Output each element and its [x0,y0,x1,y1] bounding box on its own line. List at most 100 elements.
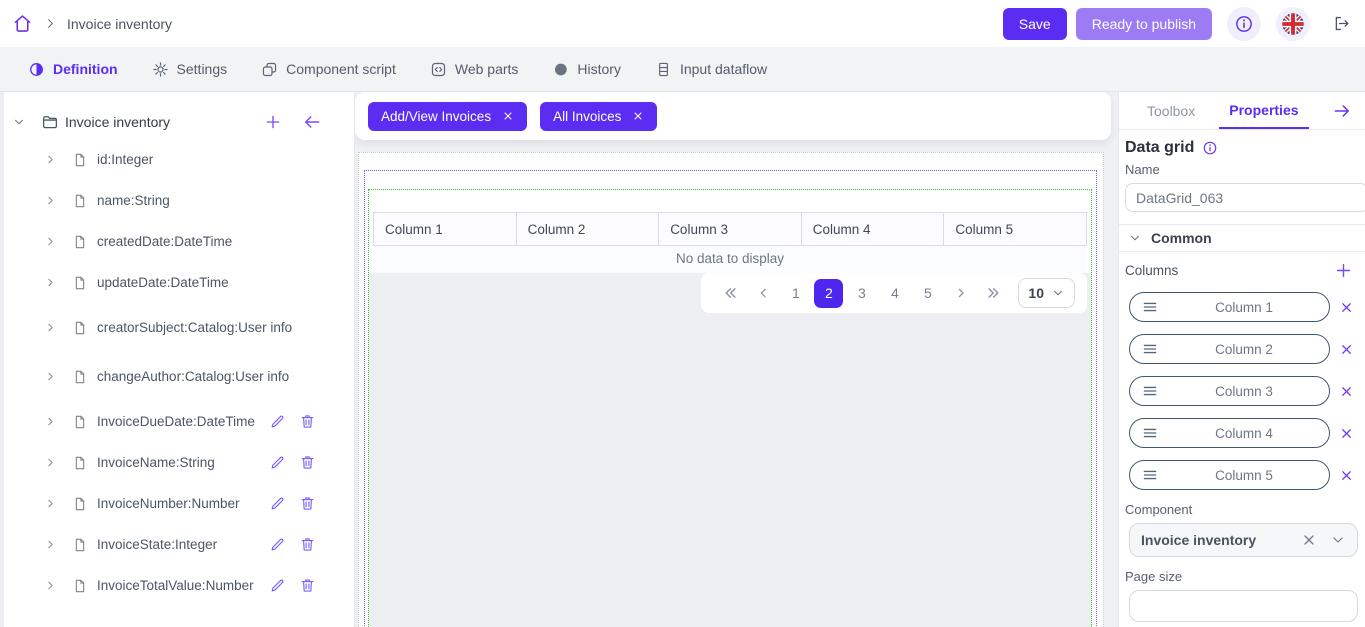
logout-icon[interactable] [1332,14,1351,33]
page-button-1[interactable]: 1 [779,273,812,313]
tab-input-dataflow[interactable]: Input dataflow [638,47,784,91]
grid-column-header: Column 2 [516,213,659,246]
tab-toolbox[interactable]: Toolbox [1137,92,1205,129]
tree-item[interactable]: createdDate:DateTime [0,221,354,262]
column-item[interactable]: Column 1 [1129,292,1330,322]
chevron-right-icon[interactable] [44,153,57,166]
page-size-select[interactable]: 10 [1018,278,1075,308]
drag-handle-icon[interactable] [1141,340,1159,358]
tree-scrollbar[interactable] [0,92,4,627]
tree-item[interactable]: creatorSubject:Catalog:User info [0,303,354,352]
chevron-right-icon[interactable] [44,276,57,289]
chevron-right-icon[interactable] [44,235,57,248]
chevron-right-icon[interactable] [44,456,57,469]
chevron-right-icon[interactable] [44,370,57,383]
info-icon[interactable] [1202,140,1218,156]
drag-handle-icon[interactable] [1141,424,1159,442]
delete-icon[interactable] [299,413,316,430]
tab-properties[interactable]: Properties [1219,92,1308,129]
tree-item[interactable]: InvoiceTotalValue:Number [0,565,354,606]
next-page-icon[interactable] [944,273,977,313]
section-common[interactable]: Common [1119,224,1365,252]
tree-item[interactable]: id:Integer [0,139,354,180]
chip-label: All Invoices [553,109,621,124]
add-field-icon[interactable] [264,113,282,131]
delete-icon[interactable] [299,536,316,553]
last-page-icon[interactable] [977,273,1010,313]
remove-column-icon[interactable] [1339,300,1354,315]
chevron-right-icon[interactable] [44,194,57,207]
row-container-outline[interactable]: Column 1 Column 2 Column 3 Column 4 Colu… [364,170,1097,627]
tab-history[interactable]: History [535,47,638,91]
component-select[interactable]: Invoice inventory [1129,523,1358,557]
first-page-icon[interactable] [713,273,746,313]
drag-handle-icon[interactable] [1141,466,1159,484]
breadcrumb-chevron-icon [43,16,58,31]
chevron-right-icon[interactable] [44,321,57,334]
chevron-right-icon[interactable] [44,579,57,592]
document-icon [72,455,88,471]
remove-column-icon[interactable] [1339,384,1354,399]
name-input[interactable] [1125,183,1365,212]
chip-all-invoices[interactable]: All Invoices [540,102,657,131]
prev-page-icon[interactable] [746,273,779,313]
datagrid-preview[interactable]: Column 1 Column 2 Column 3 Column 4 Colu… [373,212,1087,246]
column-item[interactable]: Column 4 [1129,418,1330,448]
drag-handle-icon[interactable] [1141,298,1159,316]
collapse-panel-icon[interactable] [302,112,322,132]
edit-icon[interactable] [269,413,286,430]
edit-icon[interactable] [269,454,286,471]
add-column-icon[interactable] [1334,261,1353,280]
tree-item[interactable]: updateDate:DateTime [0,262,354,303]
tab-settings[interactable]: Settings [135,47,245,91]
page-container-outline[interactable]: Column 1 Column 2 Column 3 Column 4 Colu… [358,152,1104,627]
tree-item-label: InvoiceDueDate:DateTime [97,413,255,431]
clear-icon[interactable] [1301,532,1317,548]
tab-definition[interactable]: Definition [11,47,135,91]
datagrid-component-outline[interactable]: Column 1 Column 2 Column 3 Column 4 Colu… [368,189,1092,627]
chevron-down-icon[interactable] [12,115,26,129]
info-button[interactable] [1227,7,1261,41]
chevron-right-icon[interactable] [44,497,57,510]
delete-icon[interactable] [299,577,316,594]
page-button-3[interactable]: 3 [845,273,878,313]
selected-component-title: Data grid [1125,139,1194,157]
tree-item[interactable]: InvoiceState:Integer [0,524,354,565]
drag-handle-icon[interactable] [1141,382,1159,400]
tree-item[interactable]: name:String [0,180,354,221]
edit-icon[interactable] [269,495,286,512]
close-icon[interactable] [632,110,644,122]
page-button-2-active[interactable]: 2 [812,273,845,313]
home-icon[interactable] [10,12,34,36]
language-button[interactable] [1276,7,1310,41]
tab-component-script[interactable]: Component script [244,47,413,91]
tree-item[interactable]: changeAuthor:Catalog:User info [0,352,354,401]
tree-item[interactable]: InvoiceNumber:Number [0,483,354,524]
page-size-input[interactable] [1129,590,1358,622]
column-item[interactable]: Column 2 [1129,334,1330,364]
tree-item[interactable]: InvoiceDueDate:DateTime [0,401,354,442]
ready-to-publish-button[interactable]: Ready to publish [1076,8,1212,40]
column-item[interactable]: Column 5 [1129,460,1330,490]
remove-column-icon[interactable] [1339,426,1354,441]
page-button-4[interactable]: 4 [878,273,911,313]
chevron-right-icon[interactable] [44,415,57,428]
edit-icon[interactable] [269,577,286,594]
tree-item[interactable]: InvoiceName:String [0,442,354,483]
close-icon[interactable] [502,110,514,122]
folder-icon [41,113,59,131]
save-button[interactable]: Save [1003,8,1067,40]
page-button-5[interactable]: 5 [911,273,944,313]
chevron-down-icon[interactable] [1330,532,1346,548]
tree-root-row[interactable]: Invoice inventory [0,105,354,139]
remove-column-icon[interactable] [1339,342,1354,357]
chevron-right-icon[interactable] [44,538,57,551]
delete-icon[interactable] [299,454,316,471]
tab-web-parts[interactable]: Web parts [413,47,536,91]
chip-add-view-invoices[interactable]: Add/View Invoices [368,102,527,131]
edit-icon[interactable] [269,536,286,553]
delete-icon[interactable] [299,495,316,512]
remove-column-icon[interactable] [1339,468,1354,483]
collapse-properties-icon[interactable] [1332,92,1352,129]
column-item[interactable]: Column 3 [1129,376,1330,406]
